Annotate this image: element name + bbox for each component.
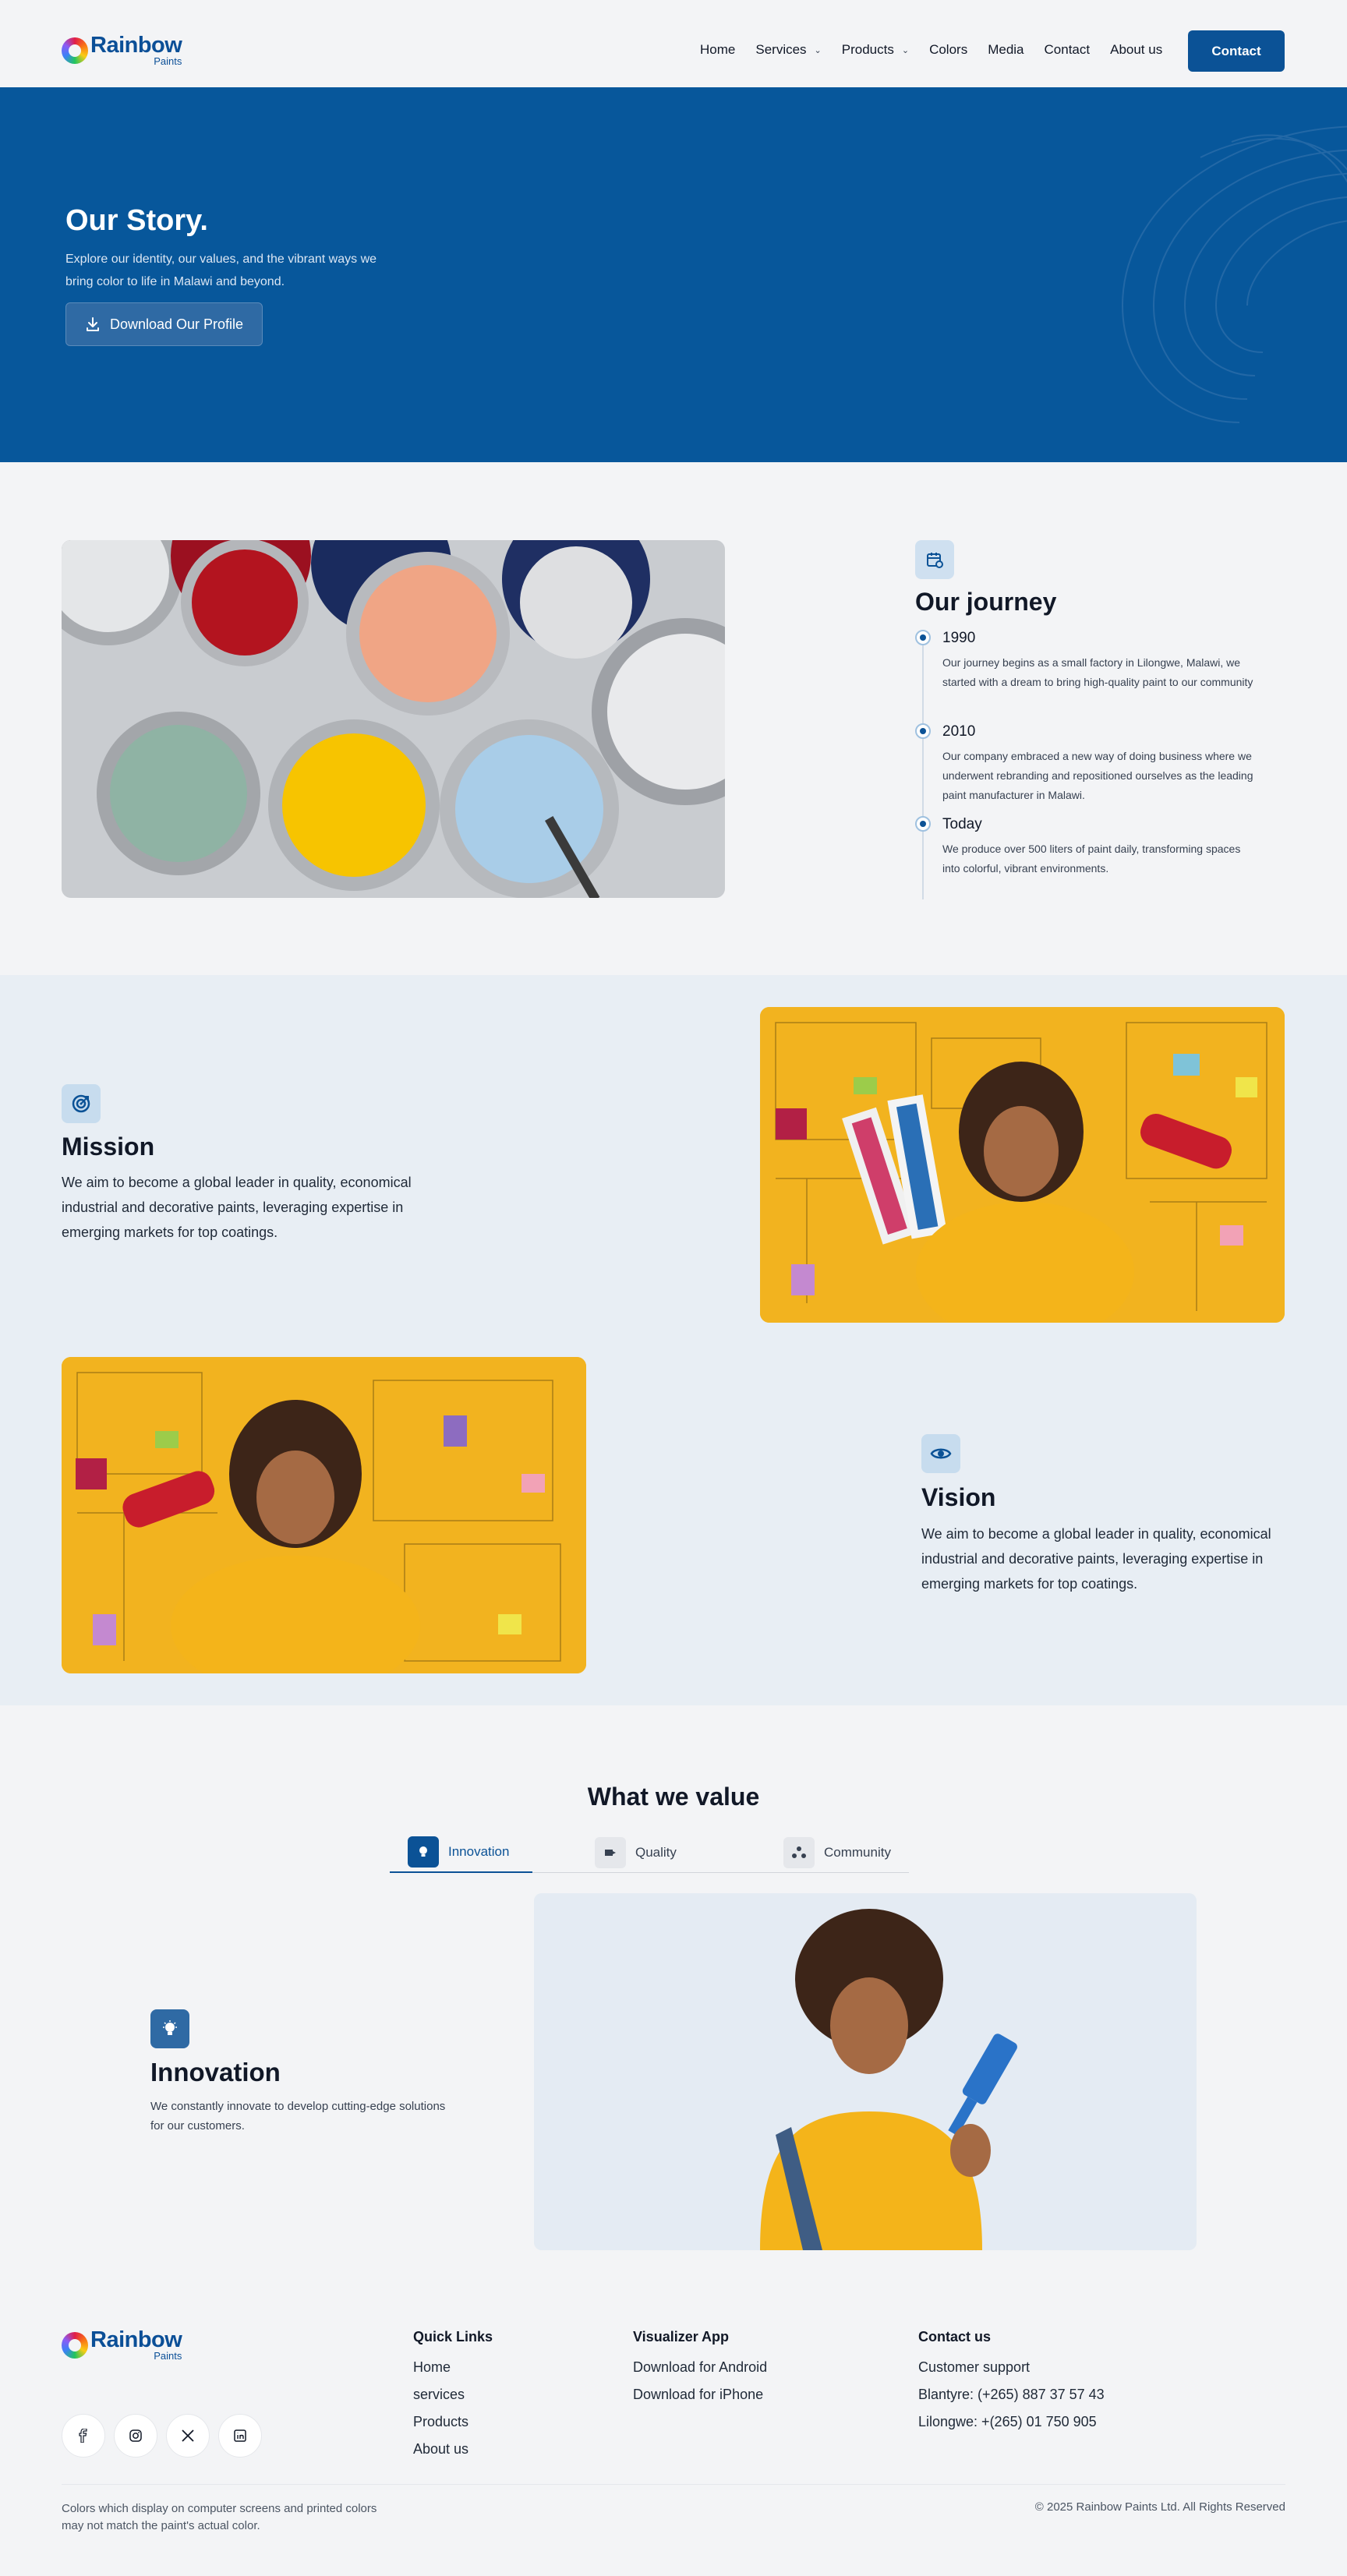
values-title: What we value [587,1783,760,1811]
download-icon [86,317,99,331]
paint-cans-image [62,540,725,898]
timeline-year: 2010 [942,723,976,740]
timeline-year: Today [942,816,982,832]
footer-link-products[interactable]: Products [413,2408,493,2436]
contact-heading: Contact us [918,2329,992,2345]
main-nav: Home Services ⌄ Products ⌄ Colors Media Co… [700,42,1183,58]
timeline-line [922,633,924,899]
footer-link-about[interactable]: About us [413,2436,493,2463]
footer-link-services[interactable]: services [413,2381,493,2408]
quality-icon [595,1836,626,1868]
footer-link-home[interactable]: Home [413,2354,493,2381]
nav-media[interactable]: Media [988,42,1024,58]
lightbulb-icon [408,1836,439,1868]
value-text: We constantly innovate to develop cuttin… [150,2100,446,2133]
timeline-dot [915,630,931,645]
facebook-icon[interactable] [62,2414,105,2458]
target-icon [62,1084,101,1123]
contact-column: Contact us Customer support Blantyre: (+… [918,2329,1105,2436]
nav-contact[interactable]: Contact [1045,42,1091,58]
mission-text: We aim to become a global leader in qual… [62,1175,412,1240]
color-disclaimer: Colors which display on computer screens… [62,2502,377,2532]
vision-text: We aim to become a global leader in qual… [921,1526,1271,1592]
app-column: Visualizer App Download for Android Down… [633,2329,767,2408]
calendar-icon [915,540,954,579]
quick-links-heading: Quick Links [413,2329,493,2345]
mission-title: Mission [62,1133,155,1161]
chevron-down-icon: ⌄ [814,45,822,55]
innovation-image [534,1893,1197,2250]
rainbow-logo-icon [62,2331,88,2359]
social-links [62,2414,270,2458]
instagram-icon[interactable] [114,2414,157,2458]
brand-name: Rainbow [90,2327,182,2352]
download-android-link[interactable]: Download for Android [633,2354,767,2381]
timeline-text: We produce over 500 liters of paint dail… [942,843,1241,875]
hero-section: Our Story. Explore our identity, our val… [0,87,1347,462]
blantyre-phone[interactable]: Blantyre: (+265) 887 37 57 43 [918,2381,1105,2408]
brand-sub: Paints [154,55,182,67]
tab-community[interactable]: Community [783,1832,908,1873]
quick-links-column: Quick Links Home services Products About… [413,2329,493,2463]
nav-products[interactable]: Products ⌄ [842,42,909,58]
download-iphone-link[interactable]: Download for iPhone [633,2381,767,2408]
lightbulb-icon [150,2009,189,2048]
swirl-decoration [1121,125,1347,423]
app-heading: Visualizer App [633,2329,730,2345]
chevron-down-icon: ⌄ [901,45,910,55]
hero-subtitle: Explore our identity, our values, and th… [65,253,377,288]
x-twitter-icon[interactable] [166,2414,210,2458]
timeline-year: 1990 [942,630,976,646]
timeline-text: Our journey begins as a small factory in… [942,656,1253,688]
brand-sub: Paints [154,2350,182,2362]
timeline-text: Our company embraced a new way of doing … [942,750,1253,801]
timeline-dot [915,723,931,739]
nav-home[interactable]: Home [700,42,735,58]
customer-support-link[interactable]: Customer support [918,2354,1105,2381]
copyright: © 2025 Rainbow Paints Ltd. All Rights Re… [1034,2500,1285,2514]
value-title: Innovation [150,2058,281,2087]
vision-title: Vision [921,1483,996,1511]
woman-roller-image [62,1357,586,1673]
site-header: Rainbow Paints Home Services ⌄ Products ⌄ … [0,0,1347,87]
eye-icon [921,1434,960,1473]
rainbow-logo-icon [62,37,88,64]
page-title: Our Story. [65,204,208,237]
brand-name: Rainbow [90,33,182,58]
download-profile-button[interactable]: Download Our Profile [65,302,263,346]
journey-title: Our journey [915,588,1057,616]
nav-colors[interactable]: Colors [929,42,967,58]
nav-about[interactable]: About us [1110,42,1162,58]
nav-services[interactable]: Services ⌄ [755,42,821,58]
lilongwe-phone[interactable]: Lilongwe: +(265) 01 750 905 [918,2408,1105,2436]
woman-swatches-image [760,1007,1285,1323]
tab-quality[interactable]: Quality [595,1832,719,1873]
footer-logo[interactable]: Rainbow Paints [62,2329,182,2361]
contact-button[interactable]: Contact [1188,30,1285,72]
values-tabs: Innovation Quality Community [390,1832,909,1873]
tab-innovation[interactable]: Innovation [390,1832,532,1873]
brand-logo[interactable]: Rainbow Paints [62,34,182,66]
linkedin-icon[interactable] [218,2414,262,2458]
timeline-dot [915,816,931,832]
footer-divider [62,2484,1285,2485]
community-icon [783,1836,815,1868]
